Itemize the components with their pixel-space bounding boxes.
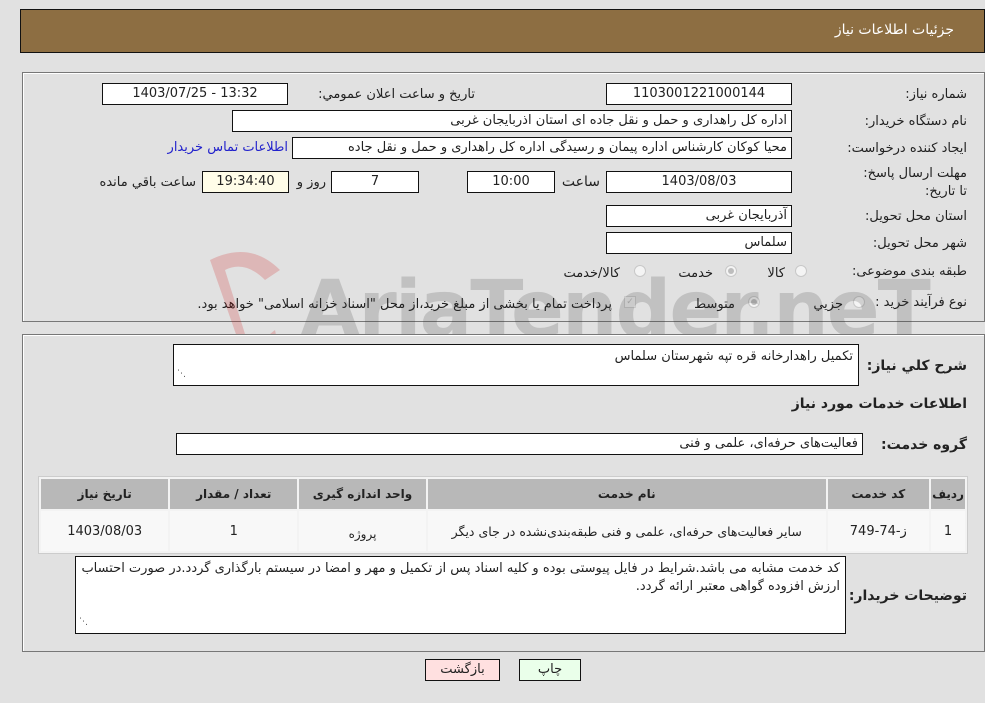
buyer-notes-text: کد خدمت مشابه می باشد.شرایط در فایل پیوس… xyxy=(81,561,840,594)
category-option-goods-service: کالا/خدمت xyxy=(563,266,620,281)
col-quantity: تعداد / مقدار xyxy=(170,479,298,509)
buyer-org-field: اداره کل راهداری و حمل و نقل جاده ای است… xyxy=(232,110,792,132)
delivery-city-label: شهر محل تحویل: xyxy=(872,236,967,251)
cell-service-code: ز-74-749 xyxy=(827,511,930,551)
resize-grip-icon[interactable]: ⋰ xyxy=(177,365,186,383)
table-header-row: ردیف کد خدمت نام خدمت واحد اندازه گیری ت… xyxy=(41,479,965,509)
deadline-date-field: 1403/08/03 xyxy=(606,171,792,193)
cell-need-date: 1403/08/03 xyxy=(41,511,169,551)
deadline-time-label: ساعت xyxy=(561,174,600,190)
col-unit: واحد اندازه گیری xyxy=(299,479,426,509)
deadline-label: مهلت ارسال پاسخ: تا تاریخ: xyxy=(863,166,967,199)
buyer-notes-label: توضیحات خریدار: xyxy=(848,588,967,604)
treasury-checkbox[interactable]: ✓ xyxy=(624,296,636,308)
requester-field: محیا کوکان کارشناس اداره پیمان و رسیدگی … xyxy=(292,137,792,159)
need-number-field: 1103001221000144 xyxy=(606,83,792,105)
services-heading: اطلاعات خدمات مورد نیاز xyxy=(791,396,967,412)
col-service-code: کد خدمت xyxy=(827,479,930,509)
buyer-contact-link[interactable]: اطلاعات تماس خریدار xyxy=(168,140,288,155)
category-radio-goods[interactable] xyxy=(795,265,807,277)
page-header: جزئیات اطلاعات نیاز xyxy=(20,9,985,53)
cell-unit: پروژه xyxy=(299,511,426,551)
purchase-process-label: نوع فرآیند خرید : xyxy=(875,295,967,310)
resize-grip-icon[interactable]: ⋰ xyxy=(79,613,88,631)
buyer-notes-textarea: کد خدمت مشابه می باشد.شرایط در فایل پیوس… xyxy=(75,556,846,634)
back-button[interactable]: بازگشت xyxy=(425,659,500,681)
process-radio-medium[interactable] xyxy=(748,296,760,308)
col-need-date: تاریخ نیاز xyxy=(41,479,169,509)
announce-datetime-label: تاریخ و ساعت اعلان عمومي: xyxy=(318,87,475,102)
deadline-time-field: 10:00 xyxy=(467,171,555,193)
days-label: روز و xyxy=(296,175,326,190)
col-row-number: ردیف xyxy=(931,479,965,509)
summary-label: شرح کلي نیاز: xyxy=(866,358,967,374)
delivery-province-field: آذربایجان غربی xyxy=(606,205,792,227)
category-label: طبقه بندی موضوعی: xyxy=(851,264,967,279)
cell-row-number: 1 xyxy=(931,511,965,551)
cell-quantity: 1 xyxy=(170,511,298,551)
table-row: 1 ز-74-749 سایر فعالیت‌های حرفه‌ای، علمی… xyxy=(41,511,965,551)
service-group-field: فعالیت‌های حرفه‌ای، علمی و فنی xyxy=(176,433,863,455)
remaining-time-field: 19:34:40 xyxy=(202,171,289,193)
category-option-service: خدمت xyxy=(678,266,713,281)
col-service-name: نام خدمت xyxy=(427,479,826,509)
summary-textarea: تکمیل راهدارخانه قره تپه شهرستان سلماس ⋰ xyxy=(173,344,859,386)
services-table-wrap: ردیف کد خدمت نام خدمت واحد اندازه گیری ت… xyxy=(38,476,968,554)
treasury-note: پرداخت تمام یا بخشی از مبلغ خرید،از محل … xyxy=(197,297,612,312)
requester-label: ایجاد کننده درخواست: xyxy=(847,141,967,156)
process-radio-minor[interactable] xyxy=(853,296,865,308)
print-button[interactable]: چاپ xyxy=(519,659,581,681)
remaining-days-field: 7 xyxy=(331,171,419,193)
remaining-time-label: ساعت باقي مانده xyxy=(99,175,196,190)
category-radio-service[interactable] xyxy=(725,265,737,277)
services-table: ردیف کد خدمت نام خدمت واحد اندازه گیری ت… xyxy=(39,477,967,553)
buyer-org-label: نام دستگاه خریدار: xyxy=(864,114,967,129)
cell-service-name: سایر فعالیت‌های حرفه‌ای، علمی و فنی طبقه… xyxy=(427,511,826,551)
process-option-minor: جزيي xyxy=(813,297,843,312)
announce-datetime-field: 1403/07/25 - 13:32 xyxy=(102,83,288,105)
summary-text: تکمیل راهدارخانه قره تپه شهرستان سلماس xyxy=(614,349,853,364)
category-option-goods: کالا xyxy=(767,266,785,281)
service-group-label: گروه خدمت: xyxy=(881,437,967,453)
category-radio-goods-service[interactable] xyxy=(634,265,646,277)
page-title: جزئیات اطلاعات نیاز xyxy=(834,22,954,38)
delivery-province-label: استان محل تحویل: xyxy=(865,209,967,224)
need-number-label: شماره نیاز: xyxy=(905,87,967,102)
delivery-city-field: سلماس xyxy=(606,232,792,254)
process-option-medium: متوسط xyxy=(694,297,735,312)
